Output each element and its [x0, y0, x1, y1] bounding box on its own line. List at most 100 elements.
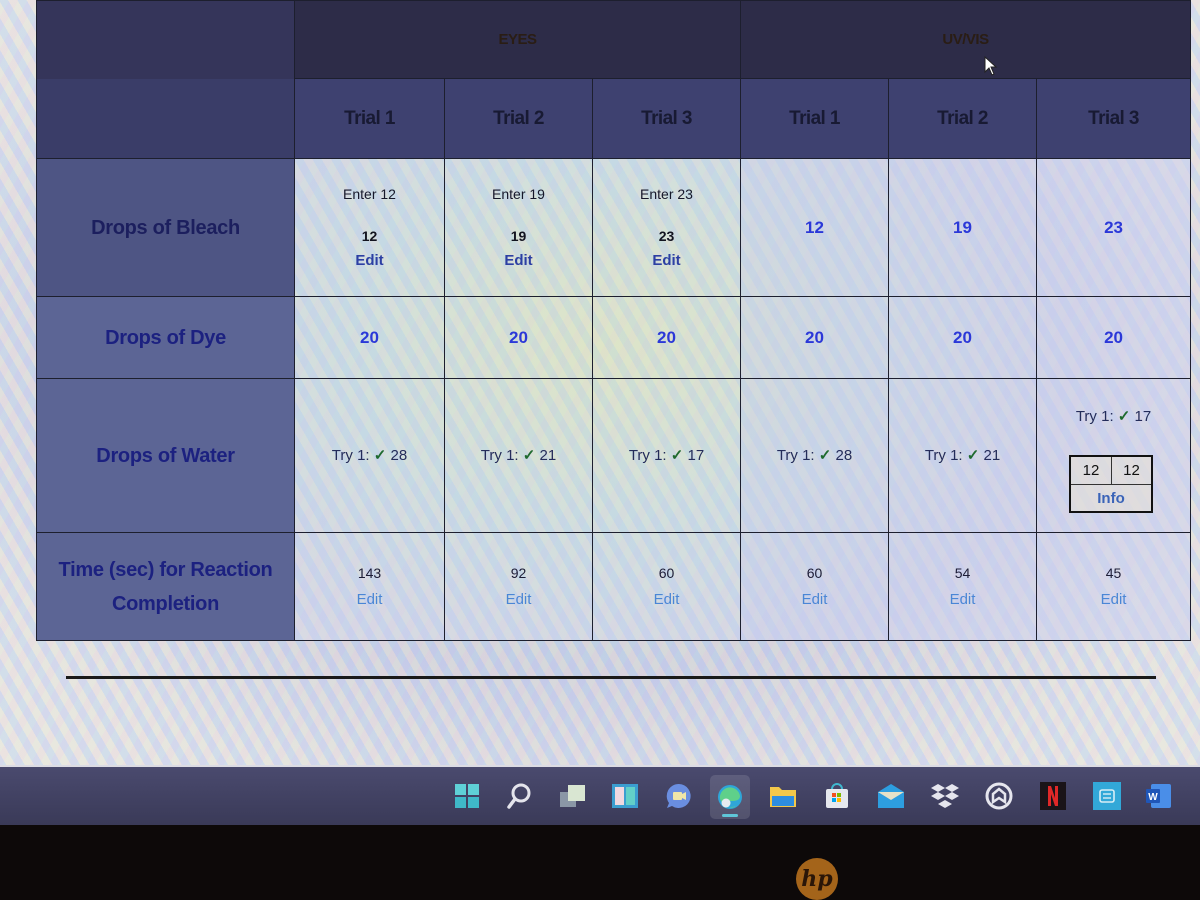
time-cell: 45 Edit [1036, 532, 1192, 641]
table-row-water: Drops of Water Try 1: ✓ 28 Try 1: ✓ 21 T… [36, 378, 1192, 533]
word-icon[interactable]: W [1144, 781, 1174, 811]
trial-header: Trial 1 [740, 78, 890, 159]
edit-link[interactable]: Edit [445, 591, 592, 608]
edge-browser-icon[interactable] [710, 775, 750, 819]
microsoft-store-icon[interactable] [822, 781, 852, 811]
checkmark-icon: ✓ [522, 447, 536, 464]
screen: EYES UV/VIS Trial 1 Trial 2 Trial 3 Tria… [0, 0, 1200, 770]
mail-icon[interactable] [876, 781, 906, 811]
try-result: Try 1: ✓ 17 [1037, 407, 1190, 425]
time-cell: 60 Edit [591, 532, 742, 641]
try-result: Try 1: ✓ 17 [629, 447, 704, 464]
row-label-water: Drops of Water [36, 378, 295, 533]
dye-cell: 20 [591, 296, 742, 379]
dye-value: 20 [360, 327, 379, 347]
trial-label: Trial 3 [1088, 107, 1139, 129]
edit-link[interactable]: Edit [593, 252, 740, 269]
group-header-row: EYES UV/VIS [36, 0, 1192, 79]
netflix-icon[interactable] [1038, 781, 1068, 811]
edit-link[interactable]: Edit [1037, 591, 1190, 608]
time-value: 60 [658, 565, 675, 581]
edit-link[interactable]: Edit [741, 591, 888, 608]
dye-value: 20 [953, 327, 972, 347]
edit-link[interactable]: Edit [295, 591, 444, 608]
trial-header: Trial 3 [1036, 78, 1192, 159]
edit-link[interactable]: Edit [593, 591, 740, 608]
dye-cell: 20 [888, 296, 1038, 379]
windows-start-icon[interactable] [452, 781, 482, 811]
taskbar: W [0, 765, 1200, 825]
water-cell: Try 1: ✓ 28 [740, 378, 890, 533]
bleach-prompt: Enter 23 [640, 186, 693, 202]
dye-cell: 20 [444, 296, 593, 379]
table-row-time: Time (sec) for Reaction Completion 143 Ed… [36, 532, 1192, 641]
bleach-uvvis-value: 23 [1104, 217, 1123, 237]
row-label-time-line1: Time (sec) for Reaction [58, 558, 273, 581]
trial-header: Trial 3 [591, 78, 742, 159]
trial-label: Trial 2 [493, 107, 544, 129]
table-row-bleach: Drops of Bleach Enter 12 12 Edit Enter 1… [36, 158, 1192, 297]
bleach-eyes-trial-1: Enter 12 12 Edit [294, 158, 445, 297]
checkmark-icon: ✓ [966, 447, 980, 464]
dropbox-icon[interactable] [930, 781, 960, 811]
bleach-value: 19 [510, 228, 527, 244]
water-cell: Try 1: ✓ 28 [294, 378, 445, 533]
edit-link[interactable]: Edit [295, 252, 444, 269]
mouse-cursor-icon [984, 56, 998, 76]
try-result: Try 1: ✓ 28 [332, 447, 407, 464]
try-value: 17 [687, 447, 705, 464]
time-cell: 92 Edit [444, 532, 593, 641]
bleach-uvvis-value: 12 [805, 217, 824, 237]
water-cell: Try 1: ✓ 17 [591, 378, 742, 533]
data-table: EYES UV/VIS Trial 1 Trial 2 Trial 3 Tria… [36, 0, 1192, 641]
info-box-left-value: 12 [1071, 457, 1113, 485]
try-prefix: Try 1: [628, 447, 667, 464]
app-circle-icon[interactable] [984, 781, 1014, 811]
widgets-icon[interactable] [610, 781, 640, 811]
svg-text:W: W [1148, 792, 1158, 803]
water-cell: Try 1: ✓ 21 [888, 378, 1038, 533]
file-explorer-icon[interactable] [768, 781, 798, 811]
time-cell: 54 Edit [888, 532, 1038, 641]
bleach-uvvis-trial-1: 12 [740, 158, 890, 297]
group-header-eyes: EYES [293, 0, 742, 79]
try-prefix: Try 1: [1075, 408, 1114, 425]
hp-logo: hp [796, 858, 838, 900]
checkmark-icon: ✓ [818, 447, 832, 464]
task-view-icon[interactable] [558, 781, 588, 811]
horizontal-rule [66, 676, 1156, 679]
try-result: Try 1: ✓ 21 [481, 447, 556, 464]
data-table-wrapper: EYES UV/VIS Trial 1 Trial 2 Trial 3 Tria… [36, 0, 1192, 641]
group-header-uvvis: UV/VIS [740, 0, 1192, 79]
dye-value: 20 [657, 327, 676, 347]
trial-header: Trial 2 [444, 78, 593, 159]
try-value: 28 [835, 447, 853, 464]
trial-label: Trial 1 [789, 107, 840, 129]
time-value: 143 [357, 565, 382, 581]
try-result: Try 1: ✓ 21 [925, 447, 1000, 464]
bleach-prompt: Enter 12 [343, 186, 396, 202]
info-box: 12 12 Info [1069, 455, 1154, 513]
water-cell-active: Try 1: ✓ 17 12 12 Info [1036, 378, 1192, 533]
bleach-value: 12 [361, 228, 378, 244]
checkmark-icon: ✓ [670, 447, 684, 464]
table-row-dye: Drops of Dye 20 20 20 20 20 20 [36, 296, 1192, 379]
row-label-dye: Drops of Dye [36, 296, 295, 379]
corner-cell [36, 0, 295, 79]
water-cell: Try 1: ✓ 21 [444, 378, 593, 533]
info-link[interactable]: Info [1071, 485, 1151, 511]
edit-link[interactable]: Edit [445, 252, 592, 269]
trial-header: Trial 2 [888, 78, 1038, 159]
try-value: 28 [390, 447, 408, 464]
try-result: Try 1: ✓ 28 [777, 447, 852, 464]
time-value: 92 [510, 565, 527, 581]
edit-link[interactable]: Edit [889, 591, 1036, 608]
bleach-value: 23 [658, 228, 675, 244]
teams-chat-icon[interactable] [664, 781, 694, 811]
info-box-right-value: 12 [1112, 457, 1152, 485]
try-value: 21 [983, 447, 1001, 464]
time-value: 60 [806, 565, 823, 581]
search-icon[interactable] [504, 781, 534, 811]
translator-icon[interactable] [1092, 781, 1122, 811]
time-cell: 143 Edit [294, 532, 445, 641]
